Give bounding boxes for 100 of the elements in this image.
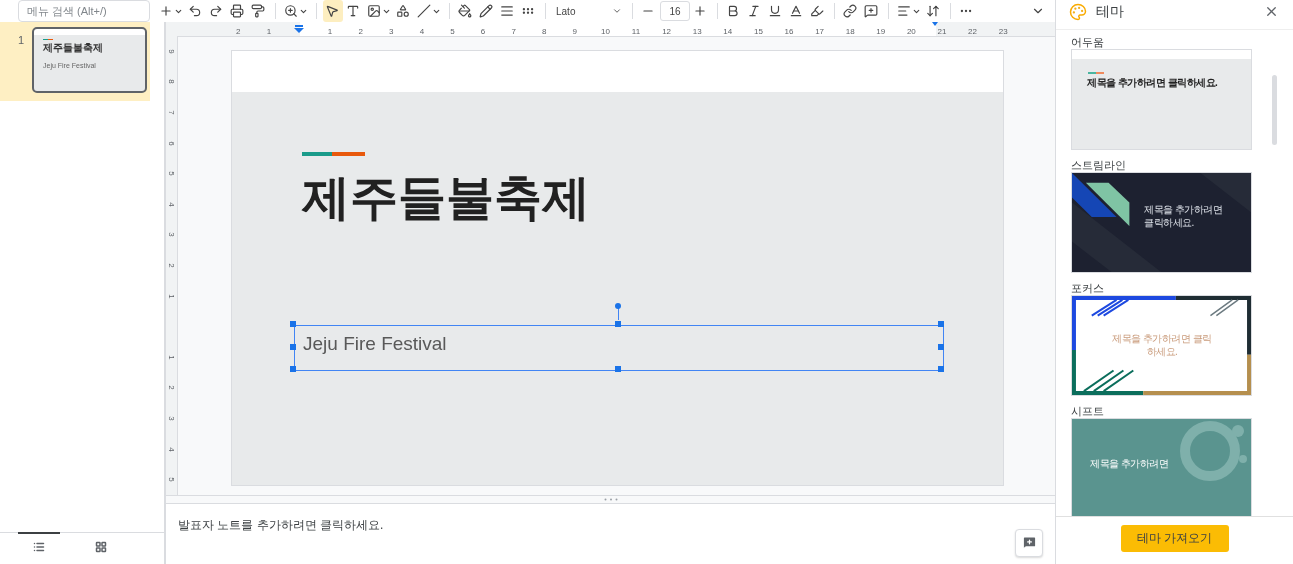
ruler-number: 6 [479, 28, 487, 36]
ruler-number: 15 [752, 28, 764, 36]
notes-placeholder: 발표자 노트를 추가하려면 클릭하세요. [178, 517, 384, 532]
text-color-icon [789, 4, 803, 18]
scrollbar-thumb[interactable] [1272, 75, 1277, 145]
slide-thumbnail-title: 제주들불축제 [43, 42, 104, 54]
line-weight-icon [500, 4, 514, 18]
underline-icon [768, 4, 782, 18]
ruler-number: 6 [167, 140, 176, 146]
theme-thumbnail[interactable]: 제목을 추가하려면 클릭하세요. [1071, 172, 1252, 273]
caret-icon [612, 6, 622, 16]
ruler-number: 19 [875, 28, 887, 36]
add-comment-icon [864, 4, 878, 18]
bold-icon [726, 4, 740, 18]
speaker-notes-field[interactable]: 발표자 노트를 추가하려면 클릭하세요. [166, 502, 1055, 561]
resize-handle[interactable] [938, 366, 944, 372]
theme-decoration-drawing [1180, 421, 1250, 481]
link-icon [843, 4, 857, 18]
zoom-icon [284, 4, 298, 18]
ruler-number: 3 [167, 232, 176, 238]
indent-marker-icon[interactable] [294, 25, 305, 33]
ruler-number: 8 [541, 28, 548, 36]
ruler-number: 1 [326, 28, 334, 36]
ruler-number: 1 [265, 28, 273, 36]
paint-bucket-icon [458, 4, 472, 18]
ruler-number: 23 [997, 28, 1009, 36]
ruler-number: 22 [967, 28, 978, 36]
theme-thumbnail-title: 제목을 추가하려면 클릭하세요. [1112, 332, 1212, 358]
ruler-number: 3 [167, 416, 176, 421]
pencil-icon [479, 4, 493, 18]
theme-thumbnail[interactable]: 제목을 추가하려면 클릭하세요. [1071, 49, 1252, 150]
cursor-button[interactable] [323, 0, 343, 22]
resize-handle[interactable] [615, 366, 621, 372]
accent-line [43, 39, 53, 40]
close-icon [1264, 4, 1279, 19]
resize-handle[interactable] [615, 321, 621, 327]
ruler-number: 7 [167, 110, 176, 115]
ruler-number: 5 [449, 28, 456, 36]
ruler-number: 1 [167, 293, 176, 299]
resize-handle[interactable] [938, 344, 944, 350]
vertical-ruler[interactable]: 9 8 7 6 5 4 3 2 1 1 2 3 4 5 [166, 36, 178, 495]
font-select[interactable]: Lato [552, 0, 626, 22]
theme-name: 스트림라인 [1071, 158, 1127, 172]
text-box-icon [346, 4, 360, 18]
ruler-number: 2 [357, 28, 364, 36]
rotate-handle[interactable] [615, 303, 621, 320]
image-icon [367, 4, 381, 18]
ruler-number: 1 [167, 355, 176, 360]
ruler-number: 17 [814, 28, 826, 36]
ruler-number: 5 [167, 171, 176, 176]
close-button[interactable] [1264, 4, 1279, 19]
slide-number: 1 [18, 34, 24, 46]
import-theme-button[interactable]: 테마 가져오기 [1120, 524, 1229, 552]
align-icon [897, 4, 911, 18]
undo-icon [188, 4, 202, 18]
ruler-number: 20 [905, 28, 917, 36]
ruler-number: 2 [235, 28, 242, 36]
ruler-number: 21 [936, 28, 948, 36]
panel-title: 테마 [1096, 2, 1125, 21]
font-size-field[interactable]: 16 [660, 1, 690, 21]
ruler-number: 3 [388, 28, 395, 36]
italic-icon [747, 4, 761, 18]
line-icon [417, 4, 431, 18]
menu-search-field[interactable]: 메뉴 검색 (Alt+/) [18, 0, 150, 22]
theme-name: 어두움 [1071, 35, 1105, 49]
subtitle-text-box[interactable]: Jeju Fire Festival [294, 325, 944, 371]
palette-icon [1069, 2, 1087, 21]
theme-name: 시프트 [1071, 404, 1105, 418]
ruler-number: 9 [167, 49, 176, 54]
ruler-number: 18 [844, 28, 856, 36]
new-slide-plus-icon [159, 4, 173, 18]
ruler-number: 2 [167, 385, 176, 391]
comment-plus-icon [1021, 535, 1037, 551]
ruler-number: 5 [167, 477, 176, 482]
print-icon [230, 4, 244, 18]
grid-icon [95, 541, 107, 554]
ruler-number: 9 [571, 28, 579, 36]
ruler-number: 10 [599, 28, 611, 36]
resize-handle[interactable] [290, 321, 296, 327]
resize-handle[interactable] [290, 344, 296, 350]
slide-title[interactable]: 제주들불축제 [302, 168, 1003, 228]
ruler-number: 2 [167, 263, 176, 268]
ruler-number: 4 [167, 202, 176, 207]
slide-subtitle: Jeju Fire Festival [303, 333, 447, 354]
cursor-icon [325, 4, 339, 18]
accent-line [1088, 72, 1104, 74]
theme-thumbnail-title: 제목을 추가하려면 [1090, 457, 1170, 470]
resize-handle[interactable] [290, 366, 296, 372]
resize-handle[interactable] [938, 321, 944, 327]
ruler-number: 4 [167, 446, 176, 452]
theme-thumbnail-title: 제목을 추가하려면 클릭하세요. [1087, 76, 1218, 89]
line-spacing-icon [926, 4, 940, 18]
list-icon [33, 541, 45, 554]
ruler-number: 12 [661, 28, 673, 36]
plus-icon [693, 4, 707, 18]
ruler-number: 14 [722, 28, 734, 36]
ruler-number: 7 [510, 28, 517, 36]
highlighter-icon [810, 4, 824, 18]
theme-name: 포커스 [1071, 281, 1105, 295]
notes-assist-button[interactable] [1015, 528, 1043, 557]
